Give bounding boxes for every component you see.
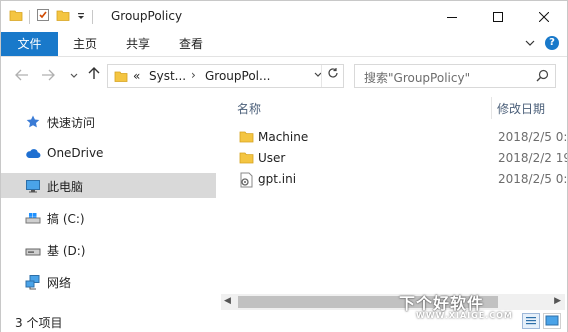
details-view-button[interactable] [522, 313, 540, 329]
nav-item-drive-d[interactable]: 基 (D:) [1, 237, 216, 262]
file-date: 2018/2/5 0:2 [498, 130, 567, 144]
cloud-icon [25, 146, 41, 162]
tab-home[interactable]: 主页 [68, 32, 102, 56]
close-icon [539, 11, 549, 22]
nav-item-label: OneDrive [47, 146, 104, 160]
view-toggle [522, 313, 561, 329]
breadcrumb-segment[interactable]: GroupPol... [205, 69, 270, 83]
nav-item-label: 网络 [47, 276, 72, 290]
search-input[interactable]: 搜索"GroupPolicy" [354, 64, 556, 88]
title-bar: GroupPolicy [1, 1, 567, 32]
folder-icon [9, 8, 23, 25]
nav-item-label: 搞 (C:) [47, 212, 85, 226]
folder-icon [239, 151, 254, 168]
scroll-left-icon[interactable]: ◀ [224, 296, 231, 306]
drive-icon [25, 242, 41, 258]
chevron-down-icon [70, 73, 78, 78]
address-bar[interactable]: « Syst... › GroupPol... [107, 64, 344, 88]
horizontal-scrollbar[interactable]: ◀ ▶ [221, 294, 565, 310]
maximize-icon [493, 11, 503, 22]
column-header-date[interactable]: 修改日期 [497, 100, 545, 117]
help-icon[interactable]: ? [545, 36, 559, 50]
column-divider[interactable] [491, 97, 492, 119]
computer-icon [25, 178, 41, 194]
expand-ribbon-icon[interactable] [525, 37, 535, 50]
separator [92, 9, 93, 24]
maximize-button[interactable] [475, 1, 521, 32]
ribbon-controls: ? [525, 36, 559, 50]
properties-icon[interactable] [36, 8, 50, 25]
file-name: gpt.ini [258, 172, 297, 186]
scroll-right-icon[interactable]: ▶ [554, 296, 561, 306]
recent-locations-button[interactable] [70, 72, 78, 82]
nav-item-this-pc[interactable]: 此电脑 [1, 173, 216, 198]
file-list: 名称 修改日期 Machine 2018/2/5 0:2 User 2018/2… [216, 95, 567, 310]
minimize-icon [447, 16, 457, 18]
file-row[interactable]: Machine 2018/2/5 0:2 [216, 127, 567, 148]
breadcrumb-overflow[interactable]: « [133, 69, 140, 83]
breadcrumb-segment[interactable]: Syst... [149, 69, 186, 83]
tab-view[interactable]: 查看 [174, 32, 208, 56]
ribbon-tabs: 文件 主页 共享 查看 ? [1, 32, 567, 57]
nav-item-drive-c[interactable]: 搞 (C:) [1, 205, 216, 230]
forward-button[interactable] [41, 69, 55, 85]
file-date: 2018/2/2 19 [498, 151, 567, 165]
file-row[interactable]: User 2018/2/2 19 [216, 148, 567, 169]
address-row: « Syst... › GroupPol... 搜索"GroupPolicy" [1, 57, 567, 95]
file-name: User [258, 151, 286, 165]
large-icons-view-icon [545, 315, 559, 326]
chevron-right-icon[interactable]: › [191, 68, 196, 82]
minimize-button[interactable] [429, 1, 475, 32]
customize-toolbar-icon[interactable] [76, 10, 86, 24]
close-button[interactable] [521, 1, 567, 32]
forward-arrow-icon [42, 69, 55, 81]
nav-item-quick-access[interactable]: 快速访问 [1, 109, 216, 134]
folder-icon [114, 69, 128, 86]
search-placeholder: 搜索"GroupPolicy" [364, 71, 471, 85]
column-header-name[interactable]: 名称 [237, 100, 261, 117]
up-arrow-icon [88, 67, 100, 79]
watermark-url: WWW.XIAIGE.COM [416, 311, 513, 320]
back-button[interactable] [15, 69, 29, 85]
nav-item-label: 此电脑 [47, 180, 84, 194]
column-headers: 名称 修改日期 [216, 95, 567, 119]
separator [29, 9, 30, 24]
back-arrow-icon [15, 69, 28, 81]
star-icon [25, 114, 41, 130]
tab-file[interactable]: 文件 [1, 32, 58, 56]
refresh-button[interactable] [321, 65, 343, 87]
tab-share[interactable]: 共享 [121, 32, 155, 56]
window-controls [429, 1, 567, 32]
search-icon[interactable] [536, 69, 549, 85]
new-folder-icon[interactable] [56, 8, 70, 25]
nav-item-network[interactable]: 网络 [1, 269, 216, 294]
large-icons-view-button[interactable] [543, 313, 561, 329]
file-name: Machine [258, 130, 309, 144]
windows-drive-icon [25, 210, 41, 226]
refresh-icon [327, 68, 338, 78]
nav-item-onedrive[interactable]: OneDrive [1, 141, 216, 166]
folder-icon [239, 130, 254, 147]
details-view-icon [526, 317, 536, 325]
file-row[interactable]: gpt.ini 2018/2/5 0:2 [216, 169, 567, 190]
up-button[interactable] [88, 66, 100, 84]
explorer-window: GroupPolicy 文件 主页 共享 查看 ? « Syst... › Gr… [0, 0, 568, 332]
quick-access-toolbar [9, 8, 93, 25]
nav-item-label: 快速访问 [47, 116, 96, 130]
nav-item-label: 基 (D:) [47, 244, 86, 258]
network-icon [25, 274, 41, 290]
file-date: 2018/2/5 0:2 [498, 172, 567, 186]
window-title: GroupPolicy [111, 9, 183, 23]
navigation-pane: 快速访问 OneDrive 此电脑 搞 (C:) 基 (D:) 网络 [1, 95, 216, 310]
item-count: 3 个项目 [15, 316, 63, 330]
settings-file-icon [239, 172, 254, 191]
